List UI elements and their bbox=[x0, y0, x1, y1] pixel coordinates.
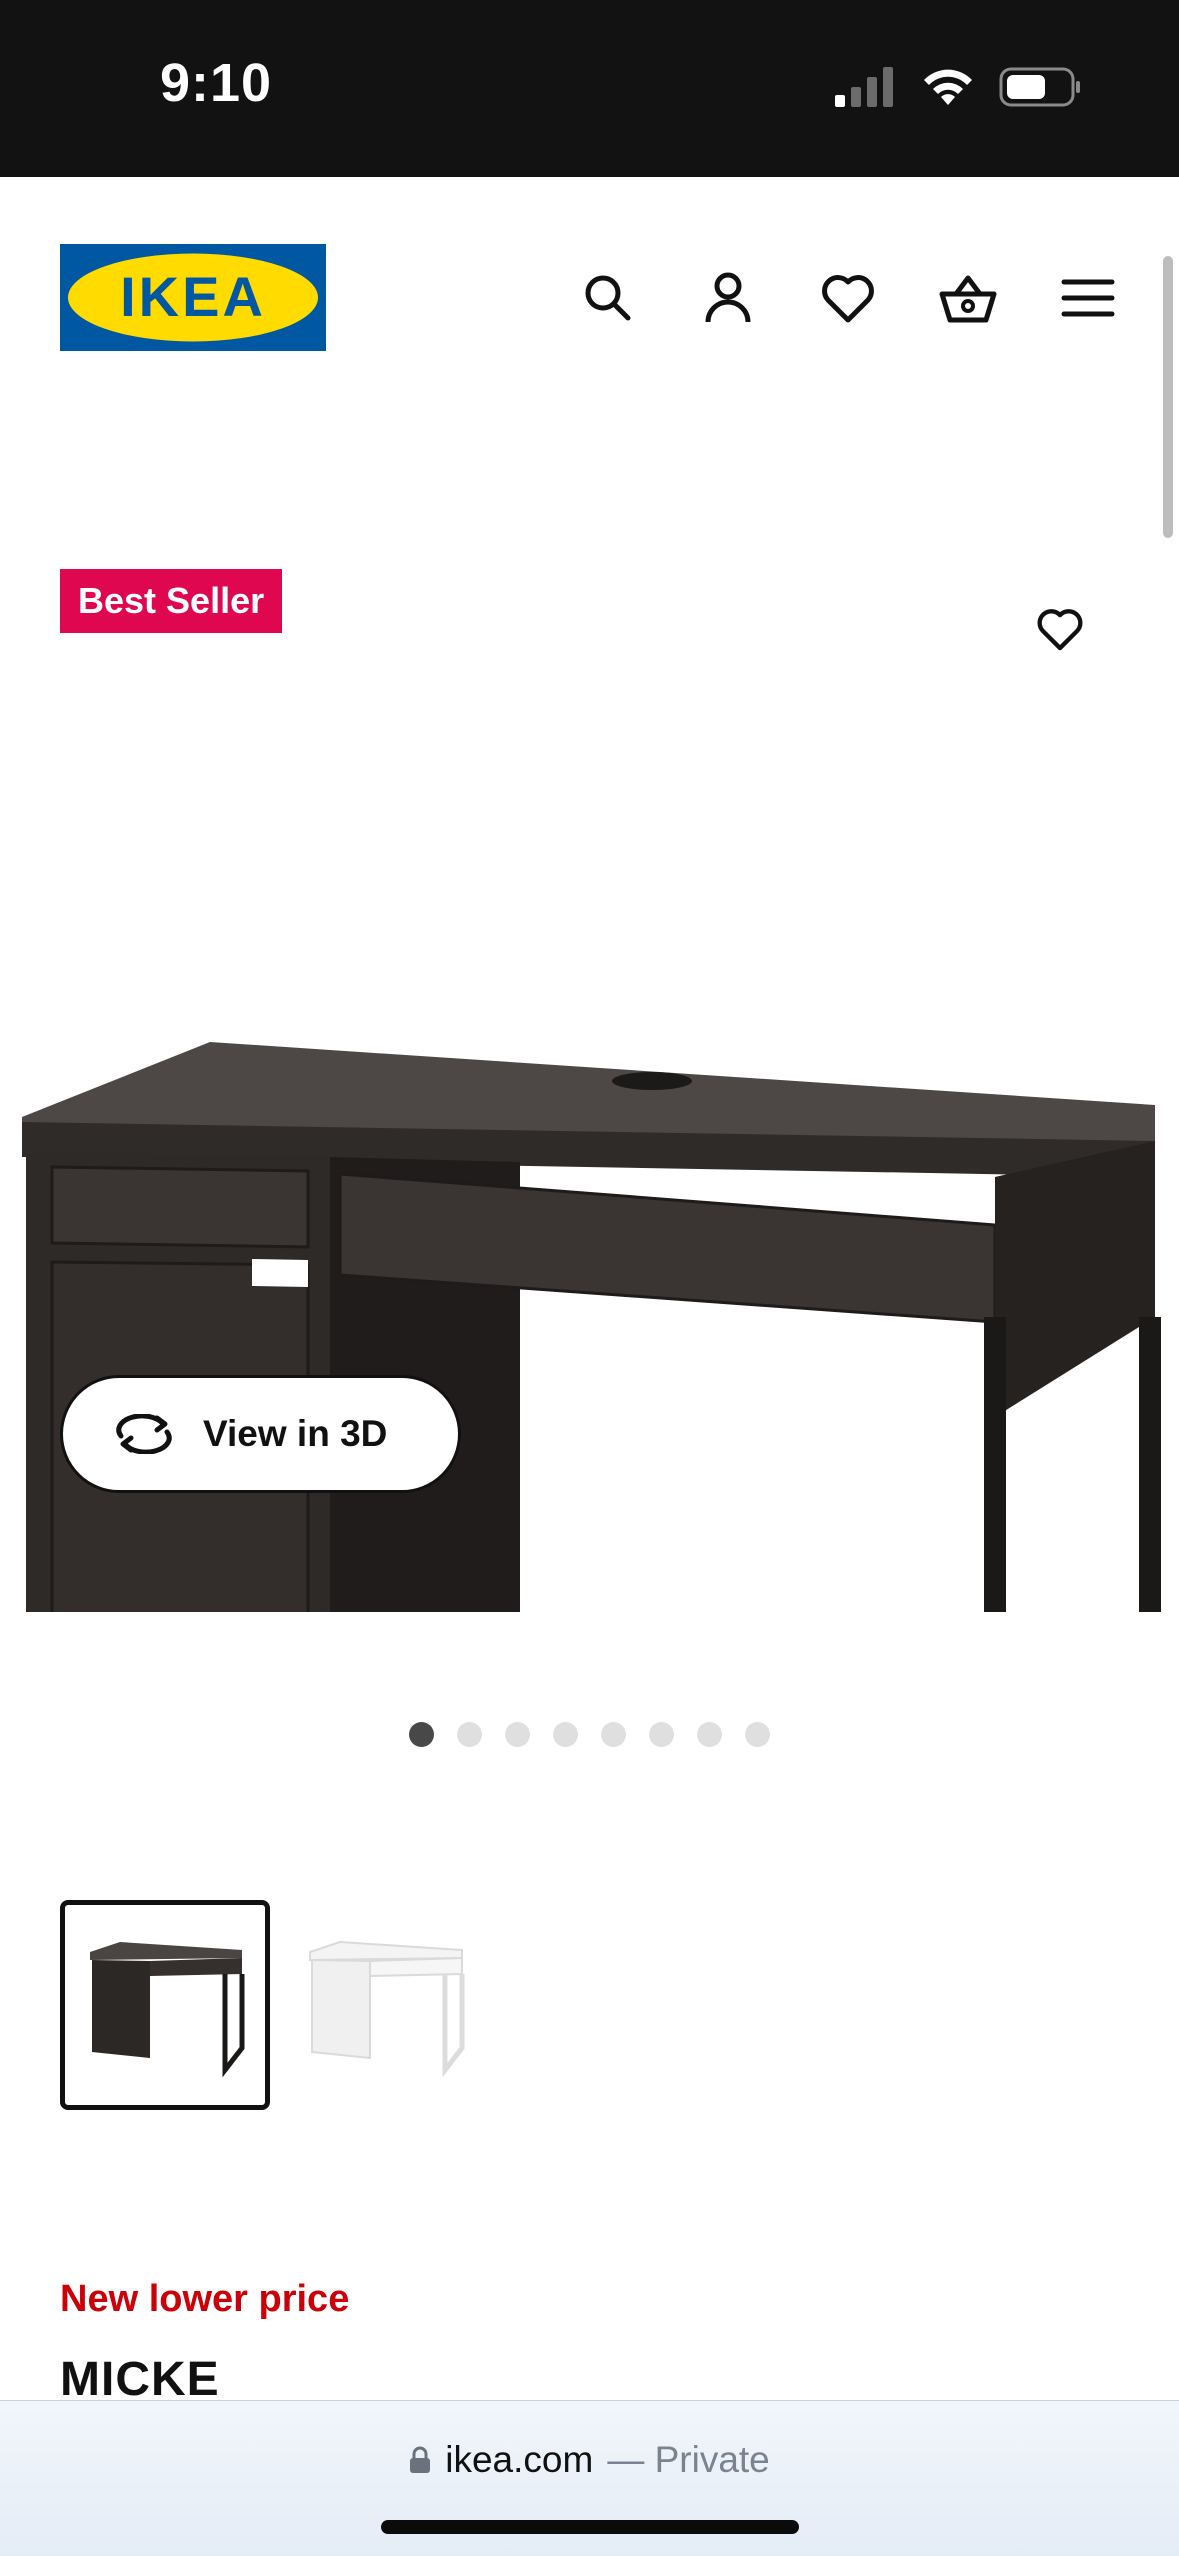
variant-image-black-brown bbox=[90, 1942, 245, 2078]
signal-icon bbox=[835, 67, 893, 107]
carousel-dot-6[interactable] bbox=[649, 1722, 674, 1747]
menu-icon[interactable] bbox=[1058, 268, 1118, 328]
home-indicator[interactable] bbox=[381, 2520, 799, 2534]
account-icon[interactable] bbox=[698, 268, 758, 328]
search-icon[interactable] bbox=[578, 268, 638, 328]
status-icons bbox=[835, 62, 1081, 112]
add-to-favourites-button[interactable] bbox=[1026, 595, 1094, 663]
battery-icon bbox=[999, 67, 1080, 107]
status-time: 9:10 bbox=[160, 53, 273, 113]
ikea-logo[interactable]: IKEA bbox=[60, 244, 326, 351]
wifi-icon bbox=[924, 69, 972, 105]
rotate-3d-icon bbox=[116, 1414, 172, 1454]
product-gallery[interactable]: Best Seller View in 3D bbox=[0, 417, 1179, 1747]
carousel-dot-3[interactable] bbox=[505, 1722, 530, 1747]
site-header: IKEA bbox=[0, 177, 1179, 417]
carousel-pagination bbox=[0, 1722, 1179, 1747]
variant-thumb-black-brown[interactable] bbox=[60, 1900, 270, 2110]
lock-icon bbox=[410, 2446, 431, 2473]
variant-image-white bbox=[309, 1940, 465, 2078]
heart-icon bbox=[1037, 609, 1083, 651]
carousel-dot-8[interactable] bbox=[745, 1722, 770, 1747]
variant-thumb-white[interactable] bbox=[280, 1900, 490, 2110]
status-bar: 9:10 bbox=[0, 0, 1179, 177]
url-host: ikea.com bbox=[445, 2439, 594, 2480]
browser-address-bar[interactable]: ikea.com — Private bbox=[0, 2400, 1179, 2556]
best-seller-badge: Best Seller bbox=[60, 569, 283, 633]
view-in-3d-button[interactable]: View in 3D bbox=[60, 1375, 461, 1493]
promo-label: New lower price bbox=[60, 2278, 350, 2320]
carousel-dot-2[interactable] bbox=[457, 1722, 482, 1747]
view-in-3d-label: View in 3D bbox=[203, 1413, 388, 1454]
carousel-dot-7[interactable] bbox=[697, 1722, 722, 1747]
carousel-dot-5[interactable] bbox=[601, 1722, 626, 1747]
private-mode-label: — Private bbox=[607, 2439, 770, 2480]
carousel-dot-4[interactable] bbox=[553, 1722, 578, 1747]
favourites-heart-icon[interactable] bbox=[818, 268, 878, 328]
svg-text:IKEA: IKEA bbox=[120, 265, 266, 328]
carousel-dot-1[interactable] bbox=[409, 1722, 434, 1747]
url-display[interactable]: ikea.com — Private bbox=[0, 2439, 1179, 2481]
product-name: MICKE bbox=[60, 2353, 220, 2406]
shopping-basket-icon[interactable] bbox=[938, 268, 998, 328]
